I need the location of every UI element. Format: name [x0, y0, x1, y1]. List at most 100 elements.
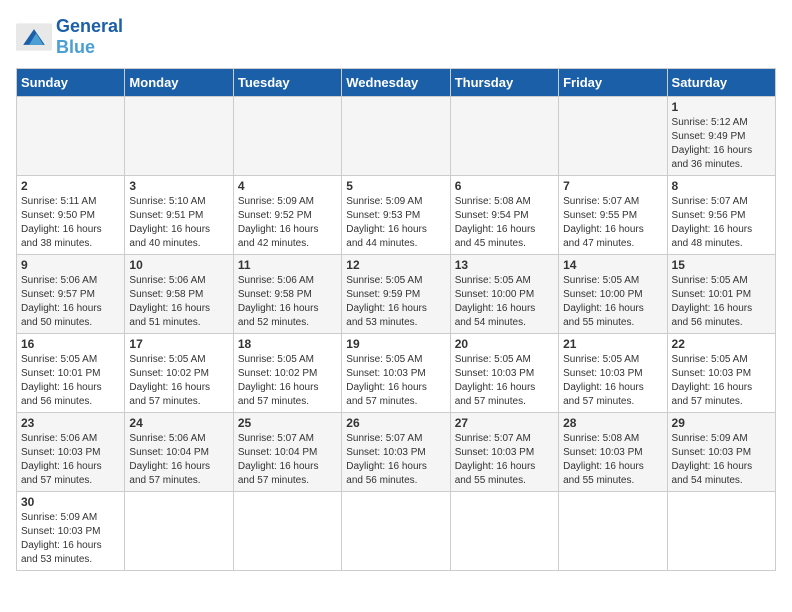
calendar-cell: 11 Sunrise: 5:06 AM Sunset: 9:58 PM Dayli…	[233, 255, 341, 334]
calendar-cell: 23 Sunrise: 5:06 AM Sunset: 10:03 PM Dayl…	[17, 413, 125, 492]
calendar-week-5: 23 Sunrise: 5:06 AM Sunset: 10:03 PM Dayl…	[17, 413, 776, 492]
calendar-cell: 28 Sunrise: 5:08 AM Sunset: 10:03 PM Dayl…	[559, 413, 667, 492]
calendar-cell: 10 Sunrise: 5:06 AM Sunset: 9:58 PM Dayli…	[125, 255, 233, 334]
day-info: Sunrise: 5:05 AM Sunset: 10:03 PM Daylig…	[346, 353, 445, 409]
day-info: Sunrise: 5:05 AM Sunset: 10:03 PM Daylig…	[672, 353, 771, 409]
weekday-header-friday: Friday	[559, 69, 667, 97]
calendar-cell: 2 Sunrise: 5:11 AM Sunset: 9:50 PM Daylig…	[17, 176, 125, 255]
day-number: 2	[21, 179, 120, 193]
calendar-cell	[559, 97, 667, 176]
day-info: Sunrise: 5:05 AM Sunset: 10:03 PM Daylig…	[455, 353, 554, 409]
weekday-header-tuesday: Tuesday	[233, 69, 341, 97]
day-info: Sunrise: 5:06 AM Sunset: 10:03 PM Daylig…	[21, 432, 120, 488]
calendar-cell: 20 Sunrise: 5:05 AM Sunset: 10:03 PM Dayl…	[450, 334, 558, 413]
calendar-cell: 13Sunrise: 5:05 AM Sunset: 10:00 PM Dayl…	[450, 255, 558, 334]
day-info: Sunrise: 5:11 AM Sunset: 9:50 PM Dayligh…	[21, 195, 120, 251]
day-info: Sunrise: 5:07 AM Sunset: 9:55 PM Dayligh…	[563, 195, 662, 251]
day-info: Sunrise: 5:08 AM Sunset: 9:54 PM Dayligh…	[455, 195, 554, 251]
day-info: Sunrise: 5:06 AM Sunset: 9:58 PM Dayligh…	[238, 274, 337, 330]
day-number: 26	[346, 416, 445, 430]
calendar-week-2: 2 Sunrise: 5:11 AM Sunset: 9:50 PM Daylig…	[17, 176, 776, 255]
calendar-week-3: 9 Sunrise: 5:06 AM Sunset: 9:57 PM Daylig…	[17, 255, 776, 334]
day-number: 30	[21, 495, 120, 509]
calendar-cell: 6Sunrise: 5:08 AM Sunset: 9:54 PM Daylig…	[450, 176, 558, 255]
day-info: Sunrise: 5:06 AM Sunset: 9:57 PM Dayligh…	[21, 274, 120, 330]
calendar-cell: 8 Sunrise: 5:07 AM Sunset: 9:56 PM Daylig…	[667, 176, 775, 255]
calendar-cell	[233, 492, 341, 571]
day-info: Sunrise: 5:06 AM Sunset: 9:58 PM Dayligh…	[129, 274, 228, 330]
day-info: Sunrise: 5:08 AM Sunset: 10:03 PM Daylig…	[563, 432, 662, 488]
calendar-cell: 7 Sunrise: 5:07 AM Sunset: 9:55 PM Daylig…	[559, 176, 667, 255]
day-info: Sunrise: 5:06 AM Sunset: 10:04 PM Daylig…	[129, 432, 228, 488]
weekday-header-monday: Monday	[125, 69, 233, 97]
day-number: 20	[455, 337, 554, 351]
day-number: 15	[672, 258, 771, 272]
calendar-week-4: 16Sunrise: 5:05 AM Sunset: 10:01 PM Dayl…	[17, 334, 776, 413]
weekday-header-row: SundayMondayTuesdayWednesdayThursdayFrid…	[17, 69, 776, 97]
day-number: 11	[238, 258, 337, 272]
day-number: 13	[455, 258, 554, 272]
calendar-week-1: 1 Sunrise: 5:12 AM Sunset: 9:49 PM Daylig…	[17, 97, 776, 176]
day-info: Sunrise: 5:07 AM Sunset: 10:03 PM Daylig…	[455, 432, 554, 488]
day-number: 4	[238, 179, 337, 193]
day-number: 17	[129, 337, 228, 351]
day-number: 22	[672, 337, 771, 351]
day-number: 23	[21, 416, 120, 430]
day-number: 8	[672, 179, 771, 193]
day-number: 3	[129, 179, 228, 193]
calendar-cell: 9 Sunrise: 5:06 AM Sunset: 9:57 PM Daylig…	[17, 255, 125, 334]
day-info: Sunrise: 5:05 AM Sunset: 10:02 PM Daylig…	[129, 353, 228, 409]
day-info: Sunrise: 5:05 AM Sunset: 9:59 PM Dayligh…	[346, 274, 445, 330]
calendar-cell: 17 Sunrise: 5:05 AM Sunset: 10:02 PM Dayl…	[125, 334, 233, 413]
day-info: Sunrise: 5:12 AM Sunset: 9:49 PM Dayligh…	[672, 116, 771, 172]
calendar-cell	[233, 97, 341, 176]
calendar-cell: 26 Sunrise: 5:07 AM Sunset: 10:03 PM Dayl…	[342, 413, 450, 492]
calendar-cell: 27 Sunrise: 5:07 AM Sunset: 10:03 PM Dayl…	[450, 413, 558, 492]
calendar-cell: 4Sunrise: 5:09 AM Sunset: 9:52 PM Daylig…	[233, 176, 341, 255]
calendar-cell: 29 Sunrise: 5:09 AM Sunset: 10:03 PM Dayl…	[667, 413, 775, 492]
calendar-cell: 21Sunrise: 5:05 AM Sunset: 10:03 PM Dayl…	[559, 334, 667, 413]
calendar-cell	[342, 492, 450, 571]
day-info: Sunrise: 5:05 AM Sunset: 10:00 PM Daylig…	[563, 274, 662, 330]
day-number: 14	[563, 258, 662, 272]
calendar-cell	[450, 97, 558, 176]
header: GeneralBlue	[16, 16, 776, 58]
day-info: Sunrise: 5:05 AM Sunset: 10:01 PM Daylig…	[672, 274, 771, 330]
weekday-header-thursday: Thursday	[450, 69, 558, 97]
logo: GeneralBlue	[16, 16, 123, 58]
calendar-cell: 25Sunrise: 5:07 AM Sunset: 10:04 PM Dayl…	[233, 413, 341, 492]
day-number: 7	[563, 179, 662, 193]
day-number: 12	[346, 258, 445, 272]
calendar-cell: 16Sunrise: 5:05 AM Sunset: 10:01 PM Dayl…	[17, 334, 125, 413]
day-info: Sunrise: 5:07 AM Sunset: 10:03 PM Daylig…	[346, 432, 445, 488]
calendar-cell: 14 Sunrise: 5:05 AM Sunset: 10:00 PM Dayl…	[559, 255, 667, 334]
day-number: 9	[21, 258, 120, 272]
calendar-cell: 18Sunrise: 5:05 AM Sunset: 10:02 PM Dayl…	[233, 334, 341, 413]
day-number: 28	[563, 416, 662, 430]
day-info: Sunrise: 5:07 AM Sunset: 10:04 PM Daylig…	[238, 432, 337, 488]
calendar-cell: 19Sunrise: 5:05 AM Sunset: 10:03 PM Dayl…	[342, 334, 450, 413]
day-info: Sunrise: 5:09 AM Sunset: 9:53 PM Dayligh…	[346, 195, 445, 251]
day-info: Sunrise: 5:09 AM Sunset: 10:03 PM Daylig…	[672, 432, 771, 488]
calendar-cell	[125, 492, 233, 571]
day-number: 10	[129, 258, 228, 272]
day-number: 21	[563, 337, 662, 351]
weekday-header-sunday: Sunday	[17, 69, 125, 97]
weekday-header-saturday: Saturday	[667, 69, 775, 97]
calendar-cell: 15 Sunrise: 5:05 AM Sunset: 10:01 PM Dayl…	[667, 255, 775, 334]
day-number: 1	[672, 100, 771, 114]
calendar-cell: 30 Sunrise: 5:09 AM Sunset: 10:03 PM Dayl…	[17, 492, 125, 571]
weekday-header-wednesday: Wednesday	[342, 69, 450, 97]
day-number: 5	[346, 179, 445, 193]
calendar-cell	[342, 97, 450, 176]
calendar-cell	[450, 492, 558, 571]
day-number: 29	[672, 416, 771, 430]
logo-text: GeneralBlue	[56, 16, 123, 58]
calendar-cell	[17, 97, 125, 176]
day-info: Sunrise: 5:07 AM Sunset: 9:56 PM Dayligh…	[672, 195, 771, 251]
calendar-cell: 1 Sunrise: 5:12 AM Sunset: 9:49 PM Daylig…	[667, 97, 775, 176]
day-number: 27	[455, 416, 554, 430]
day-info: Sunrise: 5:10 AM Sunset: 9:51 PM Dayligh…	[129, 195, 228, 251]
day-info: Sunrise: 5:05 AM Sunset: 10:02 PM Daylig…	[238, 353, 337, 409]
day-info: Sunrise: 5:09 AM Sunset: 10:03 PM Daylig…	[21, 511, 120, 567]
